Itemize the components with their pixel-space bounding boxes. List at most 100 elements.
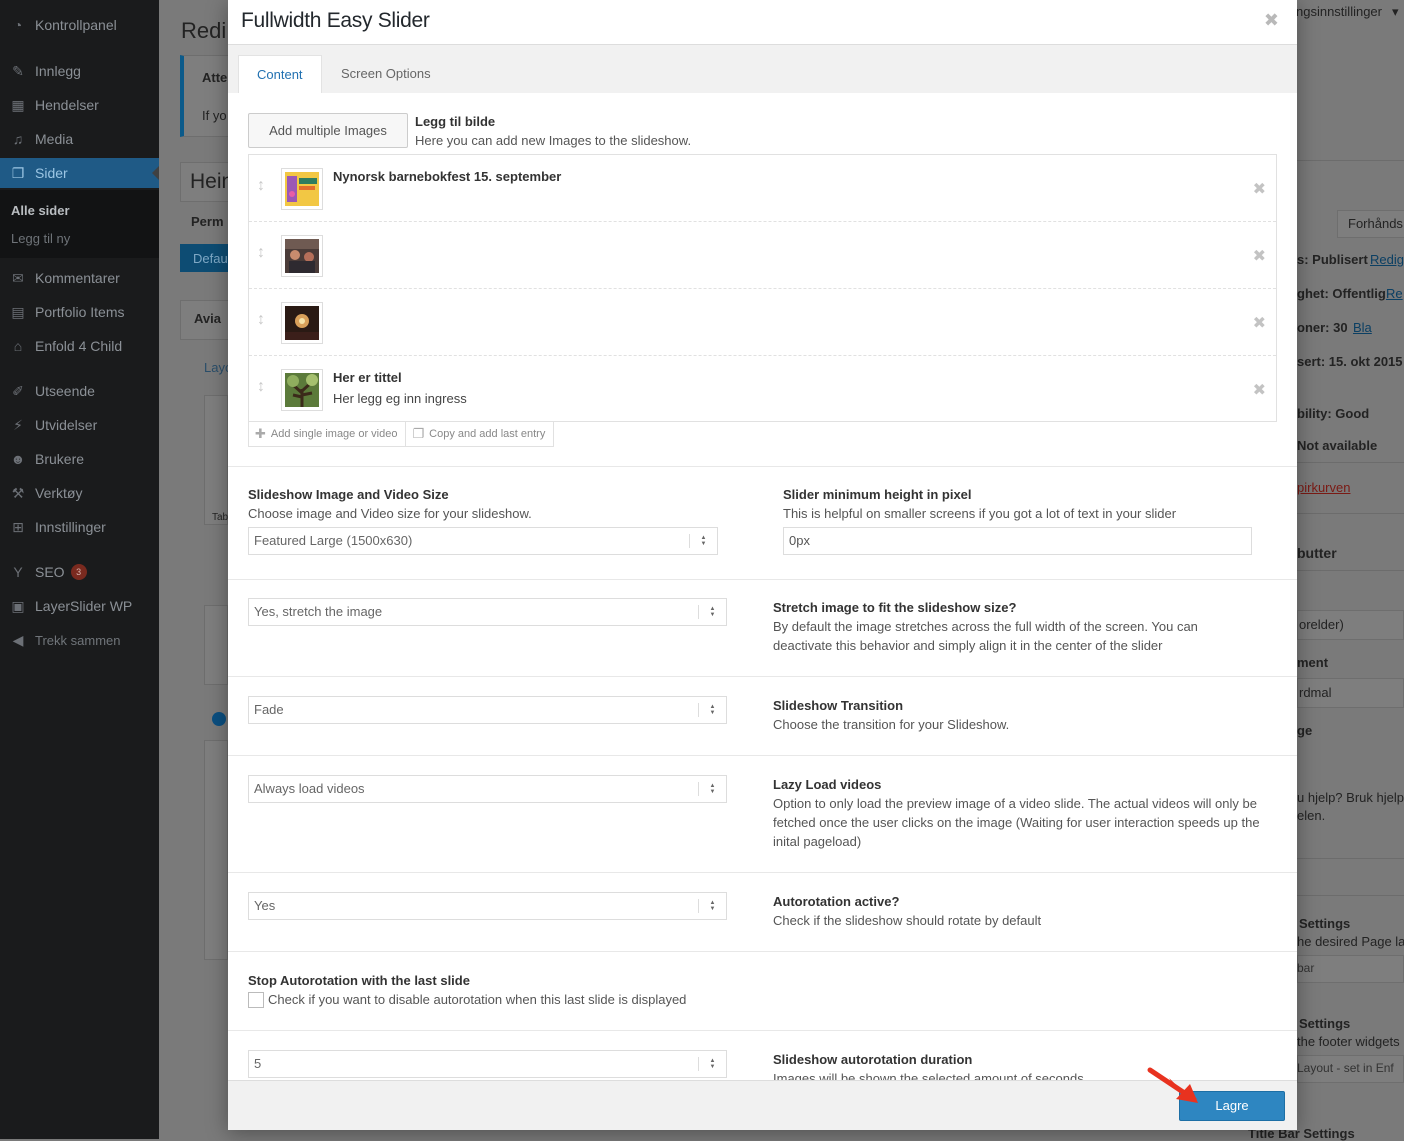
menu-item-enfold-child[interactable]: ⌂ Enfold 4 Child — [0, 331, 159, 361]
menu-item-innlegg[interactable]: ✎ Innlegg — [0, 56, 159, 86]
avia-title: Avia — [194, 311, 221, 326]
notice-title: Atte — [202, 70, 228, 85]
slide-row[interactable]: ↕ ✖ — [249, 222, 1276, 289]
trash-link[interactable]: pirkurven — [1297, 480, 1350, 495]
notice-box — [180, 55, 230, 137]
readability-text: bility: Good — [1297, 406, 1370, 421]
help-text: u hjelp? Bruk hjelp — [1297, 790, 1404, 805]
status-edit-link[interactable]: Redig — [1370, 252, 1404, 267]
screen-options-link[interactable]: ngsinnstillinger — [1296, 4, 1382, 19]
drag-handle-icon[interactable]: ↕ — [255, 177, 267, 199]
menu-item-layerslider[interactable]: ▣ LayerSlider WP — [0, 591, 159, 621]
stretch-select[interactable]: Yes, stretch the image ▲ ▼ — [248, 598, 727, 626]
lazy-load-desc: Option to only load the preview image of… — [773, 796, 1260, 849]
tab-screen-options[interactable]: Screen Options — [323, 55, 449, 93]
close-icon[interactable]: ✖ — [1264, 10, 1279, 31]
portfolio-icon: ▤ — [11, 303, 25, 320]
settings-icon: ⊞ — [12, 518, 24, 535]
min-height-desc: This is helpful on smaller screens if yo… — [783, 506, 1177, 521]
slide-row[interactable]: ↕ Her er tittel Her legg eg inn ingress … — [249, 356, 1276, 423]
menu-item-seo[interactable]: Y SEO 3 — [0, 557, 159, 587]
autorotation-select[interactable]: Yes ▲ ▼ — [248, 892, 727, 920]
thumbnail-image — [285, 306, 319, 340]
default-editor-button[interactable]: Defau — [180, 244, 228, 272]
duration-desc: Images will be shown the selected amount… — [773, 1071, 1088, 1080]
annotation-arrow-icon — [1147, 1067, 1198, 1103]
title-value: Hein — [190, 170, 234, 193]
slide-title: Nynorsk barnebokfest 15. september — [333, 169, 562, 184]
footer-settings-title: Settings — [1299, 1016, 1351, 1031]
slide-thumbnail[interactable] — [281, 168, 323, 210]
slide-thumbnail[interactable] — [281, 302, 323, 344]
min-height-input[interactable]: 0px — [783, 527, 1252, 555]
notice-text: If yo — [202, 108, 227, 123]
menu-item-kontrollpanel[interactable]: ◔ Kontrollpanel — [0, 10, 159, 40]
menu-item-utvidelser[interactable]: ⚡ Utvidelser — [0, 410, 159, 440]
duration-select[interactable]: 5 ▲ ▼ — [248, 1050, 727, 1078]
remove-slide-icon[interactable]: ✖ — [1253, 313, 1266, 333]
visibility-edit-link[interactable]: Re — [1386, 286, 1403, 301]
divider — [228, 872, 1297, 873]
slide-thumbnail[interactable] — [281, 369, 323, 411]
published-text: sert: 15. okt 2015 — [1297, 354, 1403, 369]
menu-item-portfolio-items[interactable]: ▤ Portfolio Items — [0, 297, 159, 327]
yoast-icon: Y — [13, 564, 23, 580]
stretch-desc: By default the image stretches across th… — [773, 619, 1198, 653]
size-desc: Choose image and Video size for your sli… — [248, 506, 532, 521]
add-single-image-button[interactable]: ✚ Add single image or video — [248, 422, 407, 447]
size-select[interactable]: Featured Large (1500x630) ▲ ▼ — [248, 527, 718, 555]
menu-item-trekk-sammen[interactable]: ◀ Trekk sammen — [0, 625, 159, 655]
plus-icon: ✚ — [255, 426, 266, 441]
layers-icon: ▣ — [11, 597, 25, 614]
submenu-legg-til-ny[interactable]: Legg til ny — [11, 231, 70, 246]
remove-slide-icon[interactable]: ✖ — [1253, 179, 1266, 199]
add-image-heading: Legg til bilde — [415, 114, 496, 129]
stop-autorotation-heading: Stop Autorotation with the last slide — [248, 973, 470, 988]
footer-select-value: Layout - set in Enf — [1297, 1061, 1394, 1075]
divider — [228, 755, 1297, 756]
drag-handle-icon[interactable]: ↕ — [255, 378, 267, 400]
drag-handle-icon[interactable]: ↕ — [255, 244, 267, 266]
modal-title: Fullwidth Easy Slider — [241, 9, 430, 32]
slide-thumbnail[interactable] — [281, 235, 323, 277]
remove-slide-icon[interactable]: ✖ — [1253, 246, 1266, 266]
add-image-desc: Here you can add new Images to the slide… — [415, 133, 692, 148]
tab-label: Tab — [212, 512, 229, 523]
chevron-down-icon: ▾ — [1392, 4, 1399, 19]
radio-dot — [212, 712, 226, 726]
menu-item-sider[interactable]: ❐ Sider — [0, 158, 159, 188]
modal-body: Add multiple Images Legg til bilde Here … — [228, 93, 1297, 1080]
copy-icon: ❐ — [412, 426, 425, 441]
element-editor-modal: Fullwidth Easy Slider ✖ Content Screen O… — [228, 0, 1297, 1130]
pin-icon: ✎ — [12, 62, 24, 79]
menu-item-innstillinger[interactable]: ⊞ Innstillinger — [0, 512, 159, 542]
visibility-text: ghet: Offentlig — [1297, 286, 1386, 301]
builder-element-2 — [204, 605, 228, 685]
select-caret-icon: ▲ ▼ — [689, 534, 717, 548]
submenu-alle-sider[interactable]: Alle sider — [11, 203, 70, 218]
add-multiple-images-button[interactable]: Add multiple Images — [248, 113, 408, 148]
drag-handle-icon[interactable]: ↕ — [255, 311, 267, 333]
revisions-browse-link[interactable]: Bla — [1353, 320, 1372, 335]
divider — [228, 676, 1297, 677]
template-value: rdmal — [1299, 685, 1332, 700]
help-text-2: elen. — [1297, 808, 1326, 823]
stop-autorotation-checkbox[interactable] — [248, 992, 264, 1008]
slide-list: ↕ Nynorsk barnebokfest 15. september ✖ ↕ — [248, 154, 1277, 422]
menu-item-media[interactable]: ♫ Media — [0, 124, 159, 154]
slide-row[interactable]: ↕ ✖ — [249, 289, 1276, 356]
wrench-icon: ⚒ — [11, 484, 25, 501]
menu-item-kommentarer[interactable]: ✉ Kommentarer — [0, 263, 159, 293]
remove-slide-icon[interactable]: ✖ — [1253, 380, 1266, 400]
slide-row[interactable]: ↕ Nynorsk barnebokfest 15. september ✖ — [249, 155, 1276, 222]
select-caret-icon: ▲ ▼ — [698, 605, 726, 619]
menu-item-brukere[interactable]: ☻ Brukere — [0, 444, 159, 474]
menu-item-verktoy[interactable]: ⚒ Verktøy — [0, 478, 159, 508]
menu-item-utseende[interactable]: ✐ Utseende — [0, 376, 159, 406]
menu-item-hendelser[interactable]: ▦ Hendelser — [0, 90, 159, 120]
copy-last-entry-button[interactable]: ❐ Copy and add last entry — [406, 422, 555, 447]
layout-settings-title: Settings — [1299, 916, 1351, 931]
tab-content[interactable]: Content — [238, 55, 322, 93]
lazy-load-select[interactable]: Always load videos ▲ ▼ — [248, 775, 727, 803]
transition-select[interactable]: Fade ▲ ▼ — [248, 696, 727, 724]
